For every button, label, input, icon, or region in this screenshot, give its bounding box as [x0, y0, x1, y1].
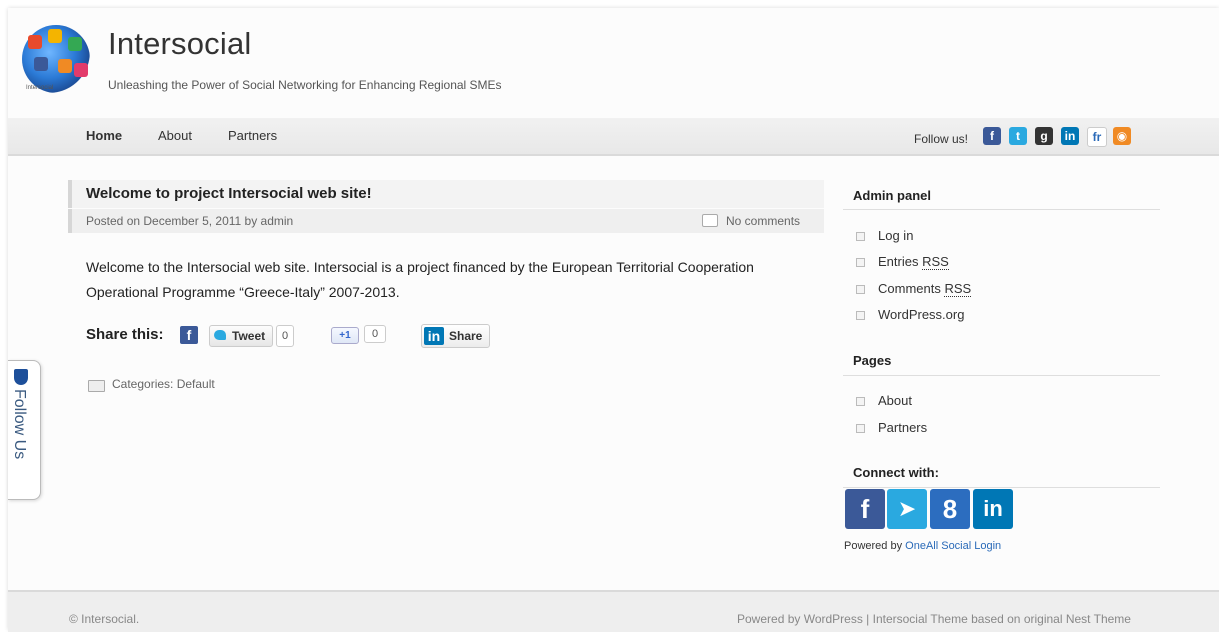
footer-copyright: © Intersocial. [69, 612, 140, 626]
nav-item-home[interactable]: Home [86, 128, 122, 143]
logo-tile-icon [74, 63, 88, 77]
tweet-count: 0 [276, 325, 294, 347]
logo-tile-icon [58, 59, 72, 73]
facebook-share-icon[interactable]: f [180, 326, 198, 344]
page-background [8, 8, 1219, 630]
pages-title: Pages [853, 353, 892, 368]
logo-tile-icon [28, 35, 42, 49]
comments-link[interactable]: No comments [726, 214, 800, 228]
connect-google-icon[interactable]: 8 [930, 489, 970, 529]
linkedin-share-button[interactable]: in Share [421, 324, 490, 348]
list-bullet-icon [856, 311, 865, 320]
oneall-link[interactable]: OneAll Social Login [905, 540, 1001, 552]
linkedin-share-label: Share [449, 329, 483, 343]
google-plus-one-button[interactable]: +1 [331, 327, 359, 344]
comments-label: Comments [878, 281, 941, 296]
rss-abbr: RSS [944, 281, 972, 297]
twitter-icon[interactable]: t [1009, 127, 1027, 145]
post-title[interactable]: Welcome to project Intersocial web site! [86, 185, 372, 202]
admin-panel-title: Admin panel [853, 188, 932, 203]
main-navigation: Home About Partners Follow us! f t g in … [8, 118, 1219, 156]
login-link[interactable]: Log in [878, 228, 913, 243]
google-plus-icon[interactable]: g [1035, 127, 1053, 145]
facebook-icon[interactable]: f [983, 127, 1001, 145]
widget-divider [843, 209, 1160, 210]
widget-divider [843, 487, 1160, 488]
follow-us-side-tab[interactable]: Follow Us [8, 360, 41, 500]
entries-rss-link[interactable]: Entries RSS [878, 254, 949, 270]
site-logo[interactable]: Intersocial [22, 25, 90, 93]
wordpress-org-link[interactable]: WordPress.org [878, 307, 964, 322]
folder-icon [88, 380, 105, 392]
widget-divider [843, 375, 1160, 376]
follow-us-label: Follow us! [914, 132, 969, 146]
sidebar-page-about[interactable]: About [878, 393, 912, 408]
list-bullet-icon [856, 397, 865, 406]
rss-abbr: RSS [922, 254, 949, 270]
nav-item-about[interactable]: About [158, 128, 192, 143]
post-body: Welcome to the Intersocial web site. Int… [86, 259, 754, 300]
logo-tile-icon [34, 57, 48, 71]
top-strip [8, 0, 1219, 8]
rss-icon[interactable]: ◉ [1113, 127, 1131, 145]
entries-label: Entries [878, 254, 919, 269]
follow-us-tab-label: Follow Us [11, 389, 28, 460]
logo-caption: Intersocial [26, 85, 54, 91]
logo-tile-icon [68, 37, 82, 51]
connect-linkedin-icon[interactable]: in [973, 489, 1013, 529]
comment-icon [702, 214, 718, 227]
nav-item-partners[interactable]: Partners [228, 128, 277, 143]
twitter-bird-icon [214, 330, 226, 340]
sidebar-page-partners[interactable]: Partners [878, 420, 927, 435]
gplus-count: 0 [364, 325, 386, 343]
comments-rss-link[interactable]: Comments RSS [878, 281, 972, 297]
connect-twitter-icon[interactable]: ➤ [887, 489, 927, 529]
oneall-powered-by: Powered by OneAll Social Login [844, 540, 1001, 552]
connect-facebook-icon[interactable]: f [845, 489, 885, 529]
footer-credits[interactable]: Powered by WordPress | Intersocial Theme… [737, 612, 1131, 626]
site-description: Unleashing the Power of Social Networkin… [108, 78, 502, 92]
post-meta: Posted on December 5, 2011 by admin [86, 214, 294, 228]
tweet-button[interactable]: Tweet [209, 325, 273, 347]
list-bullet-icon [856, 258, 865, 267]
post-categories[interactable]: Categories: Default [112, 377, 215, 391]
list-bullet-icon [856, 424, 865, 433]
linkedin-icon[interactable]: in [1061, 127, 1079, 145]
share-label: Share this: [86, 326, 164, 343]
logo-tile-icon [48, 29, 62, 43]
shield-icon [14, 369, 28, 385]
connect-with-title: Connect with: [853, 465, 939, 480]
list-bullet-icon [856, 232, 865, 241]
list-bullet-icon [856, 285, 865, 294]
site-title[interactable]: Intersocial [108, 26, 252, 62]
tweet-label: Tweet [232, 329, 266, 343]
friendfeed-icon[interactable]: fr [1087, 127, 1107, 147]
linkedin-icon: in [424, 327, 444, 345]
powered-prefix: Powered by [844, 540, 903, 552]
